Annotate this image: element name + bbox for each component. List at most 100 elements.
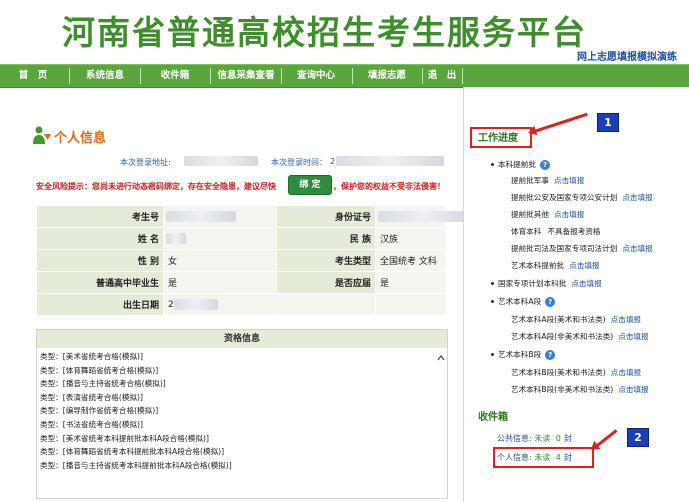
public-unit: 封: [563, 434, 572, 443]
tree-item-art-a-fine: 艺术本科A段(美术和书法类) 点击填报: [511, 314, 641, 325]
tree-item-label: 提前批公安及国家专项公安计划: [511, 193, 618, 202]
candidate-type-label: 考生类型: [276, 249, 376, 272]
id-card-value: [375, 205, 470, 228]
login-address-label: 本次登录地址:: [120, 158, 171, 167]
nav-query-center[interactable]: 查询中心: [283, 65, 349, 87]
fill-link[interactable]: 点击填报: [611, 315, 641, 324]
tree-item-label: 艺术本科B段: [498, 350, 542, 359]
current-year-value: 是: [375, 271, 446, 294]
inbox-title: 收件箱: [478, 412, 508, 423]
highlight-box: [470, 127, 532, 148]
public-messages[interactable]: 公共信息: 未读 0封: [497, 433, 572, 444]
fill-link[interactable]: 点击填报: [554, 210, 584, 219]
tree-item-art-b-nonfine: 艺术本科B段(非美术和书法类) 点击填报: [511, 384, 649, 395]
birth-date-text: 2: [168, 299, 174, 310]
fill-link[interactable]: 点击填报: [569, 261, 599, 270]
id-card-label: 身份证号: [276, 205, 376, 228]
public-status: 未读: [534, 434, 551, 443]
help-icon[interactable]: ?: [545, 297, 556, 307]
practice-link[interactable]: 网上志愿填报模拟演练: [577, 48, 677, 63]
qualification-panel: 资格信息 类型：[美术省统考合格(模拟)] 类型：[体育舞蹈省统考合格(模拟)]…: [36, 329, 448, 499]
name-value: [163, 227, 277, 250]
redacted-login-time: [336, 156, 444, 166]
annotation-badge-1: 1: [597, 113, 619, 132]
nav-divider: [140, 68, 141, 84]
nav-inbox[interactable]: 收件箱: [142, 65, 208, 87]
table-row: 姓 名 民 族 汉族: [36, 227, 446, 250]
tree-item-label: 国家专项计划本科批: [498, 279, 567, 288]
main-nav: 首 页 系统信息 收件箱 信息采集查看 查询中心 填报志愿 退 出: [0, 64, 689, 88]
tree-item-police: 提前批公安及国家专项公安计划 点击填报: [511, 192, 653, 203]
gender-label: 性 别: [36, 249, 164, 272]
gender-value: 女: [163, 249, 277, 272]
tree-item-label: 提前批其他: [511, 210, 549, 219]
main-panel: 个人信息 本次登录地址: 本次登录时间： 2 安全风险提示：您尚未进行动态密码绑…: [0, 87, 470, 502]
site-banner: 河南省普通高校招生考生服务平台 网上志愿填报模拟演练: [0, 0, 689, 64]
fill-link[interactable]: 点击填报: [618, 332, 648, 341]
tree-item-label: 艺术本科A段(非美术和书法类): [511, 332, 614, 341]
login-time-label: 本次登录时间：: [271, 158, 327, 167]
ethnicity-value: 汉族: [375, 227, 446, 250]
fill-link[interactable]: 点击填报: [611, 368, 641, 377]
tree-item-art-b: 艺术本科B段?: [498, 349, 556, 360]
tree-item-label: 艺术本科A段: [498, 297, 542, 306]
bullet-icon: [491, 282, 494, 285]
tree-item-national: 国家专项计划本科批 点击填报: [498, 278, 602, 289]
bullet-icon: [491, 163, 494, 166]
list-item: 类型：[播音与主持省统考本科提前批本科A段合格(模拟)]: [40, 460, 232, 470]
fill-link[interactable]: 点击填报: [618, 385, 648, 394]
tree-item-judicial: 提前批司法及国家专项司法计划 点击填报: [511, 243, 653, 254]
nav-divider: [69, 68, 70, 84]
nav-system-info[interactable]: 系统信息: [72, 65, 138, 87]
fill-link[interactable]: 点击填报: [571, 279, 601, 288]
tree-item-label: 提前批司法及国家专项司法计划: [511, 244, 618, 253]
nav-home[interactable]: 首 页: [0, 65, 66, 87]
bind-button[interactable]: 绑 定: [288, 175, 332, 195]
nav-divider: [210, 68, 211, 84]
nav-fill-volunteer[interactable]: 填报志愿: [354, 65, 420, 87]
security-warning: 安全风险提示：您尚未进行动态密码绑定，存在安全隐患，建议尽快: [36, 182, 276, 191]
current-year-label: 是否应届: [276, 271, 376, 294]
public-messages-label: 公共信息:: [497, 434, 532, 443]
bullet-icon: [491, 300, 494, 303]
bullet-icon: [491, 353, 494, 356]
tree-item-art-b-fine: 艺术本科B段(美术和书法类) 点击填报: [511, 367, 641, 378]
nav-logout[interactable]: 退 出: [424, 65, 460, 87]
tree-item-label: 艺术本科B段(美术和书法类): [511, 368, 606, 377]
nav-divider: [352, 68, 353, 84]
annotation-badge-2: 2: [627, 428, 649, 447]
person-icon: [33, 126, 51, 144]
list-item: 类型：[体育舞蹈省统考本科提前批本科A段合格(模拟)]: [40, 447, 225, 457]
list-item: 类型：[书法省统考合格(模拟)]: [40, 419, 143, 429]
help-icon[interactable]: ?: [545, 350, 556, 360]
exam-number-value: [163, 205, 277, 228]
candidate-type-value: 全国统考 文科: [375, 249, 446, 272]
redacted-value: [166, 211, 236, 222]
redacted-login-address: [184, 156, 258, 166]
tree-item-art-a-nonfine: 艺术本科A段(非美术和书法类) 点击填报: [511, 331, 649, 342]
nav-divider: [281, 68, 282, 84]
tree-item-other: 提前批其他 点击填报: [511, 209, 584, 220]
table-row: 出生日期 2: [36, 293, 446, 316]
scroll-up-icon[interactable]: [437, 354, 445, 362]
tree-item-label: 艺术本科A段(美术和书法类): [511, 315, 606, 324]
tree-item-art-tiqian: 艺术本科提前批 点击填报: [511, 260, 600, 271]
login-time-value: 2: [330, 157, 336, 166]
qualification-header: 资格信息: [37, 330, 447, 348]
nav-info-collection[interactable]: 信息采集查看: [212, 65, 280, 87]
birth-date-label: 出生日期: [36, 293, 164, 316]
list-item: 类型：[编导制作省统考合格(模拟)]: [40, 406, 159, 416]
fill-link[interactable]: 点击填报: [622, 193, 652, 202]
help-icon[interactable]: ?: [539, 160, 550, 170]
tree-item-benke-tiqian: 本科提前批?: [498, 159, 550, 170]
page-title: 个人信息: [54, 131, 107, 146]
birth-date-value: 2: [163, 293, 277, 316]
ethnicity-label: 民 族: [276, 227, 376, 250]
list-item: 类型：[播音与主持省统考合格(模拟)]: [40, 379, 166, 389]
fill-link[interactable]: 点击填报: [622, 244, 652, 253]
public-count: 0: [555, 434, 561, 443]
status-text: 不具备报考资格: [547, 227, 601, 236]
list-item: 类型：[表演省统考合格(模拟)]: [40, 392, 143, 402]
table-row: 考生号 身份证号: [36, 205, 470, 228]
fill-link[interactable]: 点击填报: [554, 176, 584, 185]
